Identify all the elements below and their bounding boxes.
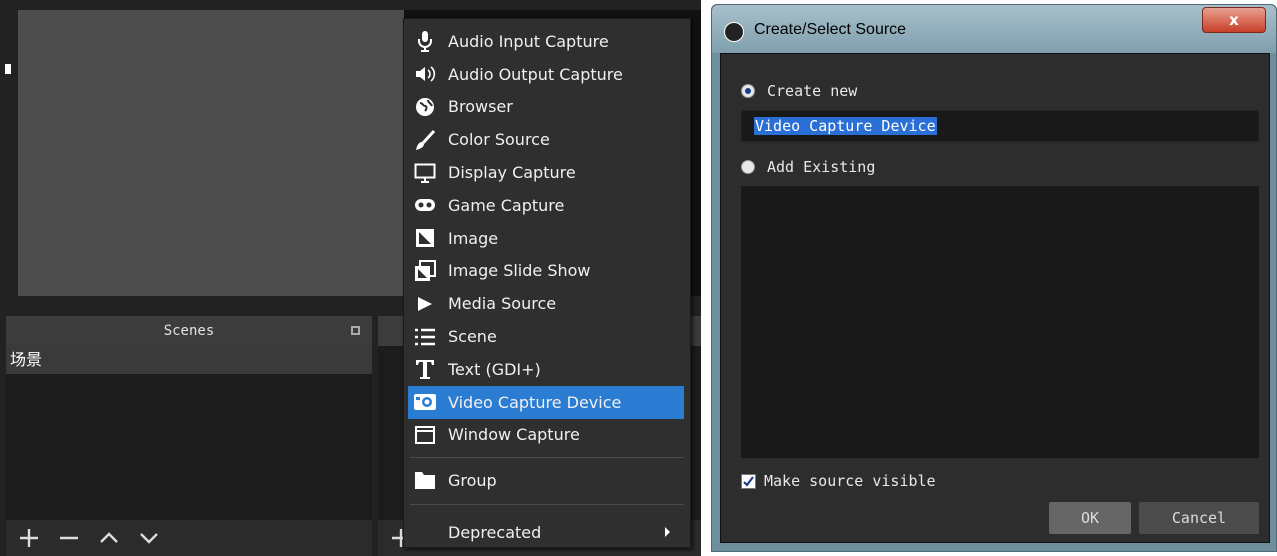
preview-resize-handle[interactable] (5, 64, 11, 74)
window-icon (412, 422, 438, 448)
menu-item-label: Group (448, 470, 497, 490)
menu-item-label: Window Capture (448, 425, 580, 445)
menu-item-display-capture[interactable]: Display Capture (408, 156, 684, 189)
chevron-up-icon (100, 532, 118, 543)
menu-item-label: Image (448, 228, 499, 248)
menu-item-label: Text (GDI+) (448, 359, 541, 379)
dialog-body: Create new Video Capture Device Add Exis… (720, 53, 1270, 543)
cancel-button[interactable]: Cancel (1139, 502, 1259, 534)
add-existing-radio[interactable]: Add Existing (741, 158, 875, 176)
menu-separator (410, 457, 684, 459)
gamepad-icon (412, 192, 438, 218)
scenes-dock-title-label: Scenes (163, 323, 215, 339)
menu-item-label: Image Slide Show (448, 261, 591, 281)
remove-scene-button[interactable] (54, 523, 84, 553)
obs-main-window: Scenes 场景 Audio Input Capture Audio Outp… (0, 0, 701, 556)
radio-checked-icon (741, 84, 755, 98)
close-button[interactable]: x (1202, 7, 1266, 33)
preview-canvas[interactable] (18, 10, 404, 296)
ok-button[interactable]: OK (1049, 502, 1131, 534)
menu-item-label: Browser (448, 97, 513, 117)
scenes-list: 场景 (6, 346, 372, 520)
list-icon (412, 324, 438, 350)
menu-item-label: Audio Input Capture (448, 31, 609, 51)
menu-item-text-gdi[interactable]: Text (GDI+) (408, 353, 684, 386)
plus-icon (20, 529, 38, 547)
menu-item-label: Game Capture (448, 195, 565, 215)
brush-icon (412, 127, 438, 153)
text-icon (412, 356, 438, 382)
chevron-down-icon (140, 533, 158, 544)
minus-icon (60, 536, 78, 540)
menu-item-label: Media Source (448, 294, 557, 314)
speaker-icon (412, 61, 438, 87)
move-scene-up-button[interactable] (94, 523, 124, 553)
menu-item-label: Deprecated (448, 522, 542, 542)
move-scene-down-button[interactable] (134, 523, 164, 553)
dock-float-icon[interactable] (351, 326, 360, 335)
scenes-toolbar (6, 520, 372, 556)
submenu-arrow-icon (665, 527, 670, 538)
dialog-title: Create/Select Source (754, 21, 907, 38)
make-source-visible-label: Make source visible (764, 472, 936, 490)
dialog-titlebar[interactable]: Create/Select Source x (712, 5, 1276, 53)
make-source-visible-checkbox[interactable]: Make source visible (741, 472, 936, 490)
menu-item-label: Scene (448, 327, 497, 347)
radio-unchecked-icon (741, 160, 755, 174)
menu-item-label: Audio Output Capture (448, 64, 623, 84)
slideshow-icon (412, 258, 438, 284)
image-icon (412, 225, 438, 251)
add-scene-button[interactable] (14, 523, 44, 553)
close-icon: x (1229, 11, 1239, 29)
menu-item-browser[interactable]: Browser (408, 91, 684, 124)
menu-item-deprecated[interactable]: Deprecated (408, 509, 684, 555)
menu-item-group[interactable]: Group (408, 462, 684, 498)
obs-logo-icon (724, 22, 744, 42)
source-name-value: Video Capture Device (754, 117, 937, 135)
folder-icon (412, 467, 438, 493)
add-source-menu: Audio Input Capture Audio Output Capture… (403, 18, 691, 548)
menu-item-media-source[interactable]: Media Source (408, 287, 684, 320)
microphone-icon (412, 28, 438, 54)
menu-item-label: Video Capture Device (448, 392, 622, 412)
menu-item-scene[interactable]: Scene (408, 320, 684, 353)
scenes-dock-title: Scenes (6, 316, 372, 346)
create-select-source-dialog: Create/Select Source x Create new Video … (711, 4, 1277, 552)
menu-item-color-source[interactable]: Color Source (408, 123, 684, 156)
menu-item-image[interactable]: Image (408, 222, 684, 255)
source-name-input[interactable]: Video Capture Device (741, 110, 1259, 142)
menu-item-label: Display Capture (448, 163, 576, 183)
menu-item-audio-output-capture[interactable]: Audio Output Capture (408, 58, 684, 91)
globe-icon (412, 94, 438, 120)
camera-icon (412, 389, 438, 415)
menu-item-label: Color Source (448, 130, 550, 150)
menu-item-audio-input-capture[interactable]: Audio Input Capture (408, 25, 684, 58)
checkbox-checked-icon (741, 473, 756, 489)
menu-item-video-capture-device[interactable]: Video Capture Device (408, 385, 684, 419)
add-existing-label: Add Existing (767, 158, 876, 176)
play-icon (412, 291, 438, 317)
menu-item-image-slide-show[interactable]: Image Slide Show (408, 255, 684, 288)
create-new-radio[interactable]: Create new (741, 82, 857, 100)
monitor-icon (412, 160, 438, 186)
scene-list-item[interactable]: 场景 (6, 346, 372, 374)
menu-separator (410, 504, 684, 506)
existing-sources-list[interactable] (741, 186, 1259, 458)
menu-item-game-capture[interactable]: Game Capture (408, 189, 684, 222)
menu-item-window-capture[interactable]: Window Capture (408, 419, 684, 452)
create-new-label: Create new (767, 82, 858, 100)
